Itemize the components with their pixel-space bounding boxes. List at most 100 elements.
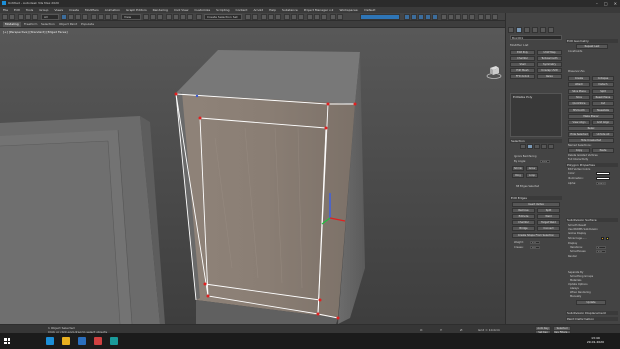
shrink-button[interactable]: Shrink <box>512 166 524 171</box>
toggle-scene-explorer-icon[interactable] <box>261 14 267 20</box>
menu-graph-editors[interactable]: Graph Editors <box>126 8 147 12</box>
menu-substance[interactable]: Substance <box>282 8 298 12</box>
reset-plane-button[interactable]: Reset Plane <box>592 95 614 100</box>
preserve-uvs-checkbox[interactable]: Preserve UVs <box>568 70 585 73</box>
align-icon[interactable] <box>252 14 258 20</box>
maximize-button[interactable]: □ <box>604 1 608 6</box>
border-mode-button-icon[interactable] <box>534 144 540 149</box>
make-planar-button[interactable]: Make Planar <box>568 114 614 119</box>
scale-icon[interactable] <box>105 14 111 20</box>
modifier-button-uvw-map[interactable]: UVW Map <box>537 50 562 55</box>
modifier-button-unwrap-uvw[interactable]: Unwrap UVW <box>537 68 562 73</box>
window-crossing-icon[interactable] <box>82 14 88 20</box>
modifier-button-turbosmooth[interactable]: Turbosmooth <box>537 56 562 61</box>
schematic-view-icon[interactable] <box>291 14 297 20</box>
settings-icon[interactable] <box>485 14 491 20</box>
illumination-swatch[interactable] <box>596 177 610 180</box>
by-angle-checkbox[interactable]: By Angle: <box>514 160 526 163</box>
menu-file[interactable]: File <box>3 8 8 12</box>
modifier-button-relax[interactable]: Relax <box>537 74 562 79</box>
help-icon[interactable] <box>492 14 498 20</box>
utilities-tab-icon[interactable] <box>548 27 554 33</box>
modifier-button-edit-poly[interactable]: Edit Poly <box>510 50 535 55</box>
menu-animation[interactable]: Animation <box>105 8 120 12</box>
menu-edit[interactable]: Edit <box>14 8 20 12</box>
viewcube-icon[interactable] <box>486 64 502 80</box>
ring-button[interactable]: Ring <box>512 173 524 178</box>
taskbar-clock[interactable]: 13:49 29.01.2020 <box>587 336 604 344</box>
grid-align-button[interactable]: Grid Align <box>592 120 614 125</box>
selection-rollout-header[interactable]: Selection <box>510 139 562 143</box>
select-by-name-icon[interactable] <box>68 14 74 20</box>
menu-tools[interactable]: Tools <box>26 8 33 12</box>
polygon-properties-header[interactable]: Polygon Properties <box>566 163 618 167</box>
iterations-value[interactable]: 1 <box>596 246 606 249</box>
tessellate-button[interactable]: Tessellate <box>592 108 614 113</box>
modifier-list-dropdown[interactable]: Modifier List <box>510 43 528 47</box>
edit-named-selection-icon[interactable] <box>196 14 202 20</box>
element-mode-icon[interactable] <box>432 14 438 20</box>
alpha-value[interactable]: 100.0 <box>596 182 606 185</box>
crease-value[interactable]: 0.0 <box>530 246 540 249</box>
edge-mode-button-icon[interactable] <box>527 144 533 149</box>
menu-create[interactable]: Create <box>69 8 79 12</box>
object-paint-icon[interactable] <box>462 14 468 20</box>
cage-selection-color-swatch[interactable] <box>606 237 609 240</box>
populate-icon[interactable] <box>469 14 475 20</box>
element-mode-button-icon[interactable] <box>548 144 554 149</box>
menu-help[interactable]: Help <box>269 8 276 12</box>
paint-deformation-header[interactable]: Paint Deformation <box>566 317 618 321</box>
split-geometry-button[interactable]: Split <box>592 89 614 94</box>
connect-button[interactable]: Connect <box>537 226 560 231</box>
slice-button[interactable]: Slice <box>568 95 590 100</box>
render-production-icon[interactable] <box>321 14 327 20</box>
slice-plane-button[interactable]: Slice Plane <box>568 89 590 94</box>
workspaces-dropdown[interactable]: Default <box>364 8 375 12</box>
render-icon[interactable] <box>478 14 484 20</box>
remove-button[interactable]: Remove <box>512 208 535 213</box>
use-nurms-checkbox[interactable]: Use NURMS Subdivision <box>568 228 598 231</box>
render-label[interactable]: Render <box>568 255 577 258</box>
unhide-all-button[interactable]: Unhide All <box>592 132 614 137</box>
rectangular-selection-icon[interactable] <box>75 14 81 20</box>
loop-button[interactable]: Loop <box>526 173 538 178</box>
tab-populate[interactable]: Populate <box>79 22 96 27</box>
undo-icon[interactable] <box>2 14 8 20</box>
tab-modeling[interactable]: Modeling <box>3 22 21 27</box>
material-editor-icon[interactable] <box>298 14 304 20</box>
smoothing-groups-checkbox[interactable]: Smoothing Groups <box>570 275 593 278</box>
border-mode-icon[interactable] <box>425 14 431 20</box>
extrude-button[interactable]: Extrude <box>512 214 535 219</box>
create-button[interactable]: Create <box>568 76 590 81</box>
minimize-button[interactable]: – <box>596 1 598 6</box>
motion-tab-icon[interactable] <box>532 27 538 33</box>
by-angle-value[interactable]: 45.0 <box>540 160 550 163</box>
target-weld-button[interactable]: Target Weld <box>537 220 560 225</box>
hierarchy-tab-icon[interactable] <box>524 27 530 33</box>
chamfer-button[interactable]: Chamfer <box>512 220 535 225</box>
insert-vertex-button[interactable]: Insert Vertex <box>512 202 560 207</box>
cage-color-swatch[interactable] <box>601 237 604 240</box>
menu-scripting[interactable]: Scripting <box>216 8 229 12</box>
update-button[interactable]: Update <box>576 300 606 305</box>
selection-filter-dropdown[interactable]: All <box>41 14 59 20</box>
msmooth-button[interactable]: MSmooth <box>568 108 590 113</box>
spinner-snap-icon[interactable] <box>187 14 193 20</box>
menu-content[interactable]: Content <box>236 8 248 12</box>
view-align-button[interactable]: View Align <box>568 120 590 125</box>
snap-mode-icon[interactable] <box>404 14 410 20</box>
edit-geometry-rollout-header[interactable]: Edit Geometry <box>566 39 618 43</box>
rendered-frame-window-icon[interactable] <box>314 14 320 20</box>
ribbon-toggle-icon[interactable] <box>275 14 281 20</box>
perspective-viewport[interactable]: [+] [Perspective] [Standard] [Edged Face… <box>0 28 505 324</box>
create-tab-icon[interactable] <box>508 27 514 33</box>
hide-selected-button[interactable]: Hide Selected <box>568 132 590 137</box>
mail-taskbar-icon[interactable] <box>78 337 86 345</box>
modifier-button-shell[interactable]: Shell <box>510 62 535 67</box>
polygon-mode-icon[interactable] <box>411 14 417 20</box>
stack-item-editable-poly[interactable]: Editable Poly <box>513 95 532 99</box>
percent-snap-icon[interactable] <box>180 14 186 20</box>
subdivision-displacement-header[interactable]: Subdivision Displacement <box>566 311 618 315</box>
bind-space-warp-icon[interactable] <box>32 14 38 20</box>
select-object-icon[interactable] <box>61 14 67 20</box>
